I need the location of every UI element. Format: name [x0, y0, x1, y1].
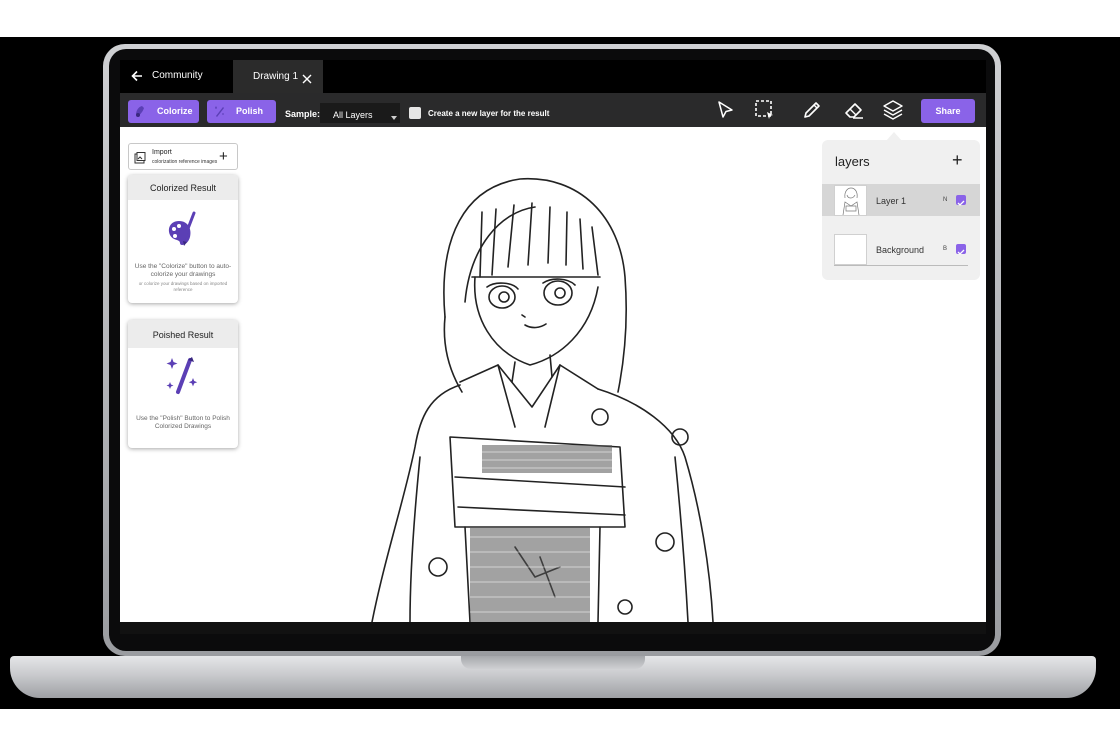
colorize-button[interactable]: Colorize: [128, 100, 199, 123]
back-arrow-icon[interactable]: [130, 69, 144, 83]
colorized-result-note: or colorize your drawings based on impor…: [138, 281, 228, 292]
colorize-icon: [134, 104, 147, 118]
divider: [834, 265, 968, 266]
layer-blend-mode: B: [943, 246, 948, 252]
eraser-icon[interactable]: [843, 99, 865, 121]
layer-visibility-checkbox[interactable]: [956, 244, 966, 255]
share-button[interactable]: Share: [921, 99, 975, 123]
layer-name: Layer 1: [876, 196, 907, 206]
tab-drawing[interactable]: Drawing 1: [233, 60, 323, 93]
polished-result-description: Use the "Polish" Button to Polish Colori…: [136, 415, 230, 430]
tab-title: Drawing 1: [253, 71, 299, 82]
screen-bottom-bezel: [120, 622, 986, 634]
layer-row[interactable]: Layer 1 N: [822, 184, 980, 216]
app-screen: Community Drawing 1 Colorize Polish Samp…: [120, 60, 986, 622]
layer-blend-mode: N: [943, 197, 948, 203]
create-layer-label: Create a new layer for the result: [428, 109, 550, 118]
plus-icon: +: [219, 148, 228, 165]
drawing-canvas[interactable]: Import colorization reference images + C…: [120, 127, 986, 622]
colorized-result-description: Use the "Colorize" button to auto-colori…: [134, 263, 232, 278]
layers-title: layers: [835, 154, 870, 169]
polished-result-card: Poished Result Use the "Polish" Button t…: [128, 320, 238, 448]
polish-icon: [213, 104, 226, 118]
import-title: Import: [152, 149, 172, 156]
import-image-icon: [134, 151, 146, 164]
colorized-result-title: Colorized Result: [128, 175, 238, 200]
magic-brush-icon: [166, 356, 198, 396]
polished-result-title: Poished Result: [128, 320, 238, 348]
stage: Community Drawing 1 Colorize Polish Samp…: [0, 0, 1120, 747]
sample-value: All Layers: [333, 110, 373, 120]
pen-icon[interactable]: [801, 99, 823, 121]
polish-button[interactable]: Polish: [207, 100, 276, 123]
tab-bar: Community Drawing 1: [120, 60, 986, 93]
community-link[interactable]: Community: [152, 70, 203, 81]
lasso-select-icon[interactable]: [754, 99, 776, 121]
toolbar: Colorize Polish Sample: All Layers Creat…: [120, 93, 986, 127]
layer-thumbnail: [834, 234, 867, 265]
layer-thumbnail: [834, 185, 867, 216]
colorized-result-card: Colorized Result Use the "Colorize" butt…: [128, 175, 238, 303]
polish-label: Polish: [236, 106, 264, 116]
layers-panel: layers + Layer 1 N Background B: [822, 140, 980, 280]
close-icon[interactable]: [302, 71, 312, 84]
select-arrow-icon[interactable]: [715, 99, 737, 121]
sample-select[interactable]: All Layers: [320, 103, 400, 123]
laptop-notch: [461, 656, 645, 669]
sample-label: Sample:: [285, 109, 321, 119]
layer-name: Background: [876, 245, 925, 255]
palette-brush-icon: [166, 211, 198, 251]
import-subtitle: colorization reference images: [152, 159, 218, 165]
layer-visibility-checkbox[interactable]: [956, 195, 966, 206]
import-reference-button[interactable]: Import colorization reference images +: [128, 143, 238, 170]
layer-row[interactable]: Background B: [822, 233, 980, 265]
chevron-down-icon: [391, 112, 397, 120]
colorize-label: Colorize: [157, 106, 193, 116]
create-layer-checkbox[interactable]: [409, 107, 421, 119]
layers-icon[interactable]: [882, 99, 904, 121]
add-layer-icon[interactable]: +: [952, 150, 963, 171]
